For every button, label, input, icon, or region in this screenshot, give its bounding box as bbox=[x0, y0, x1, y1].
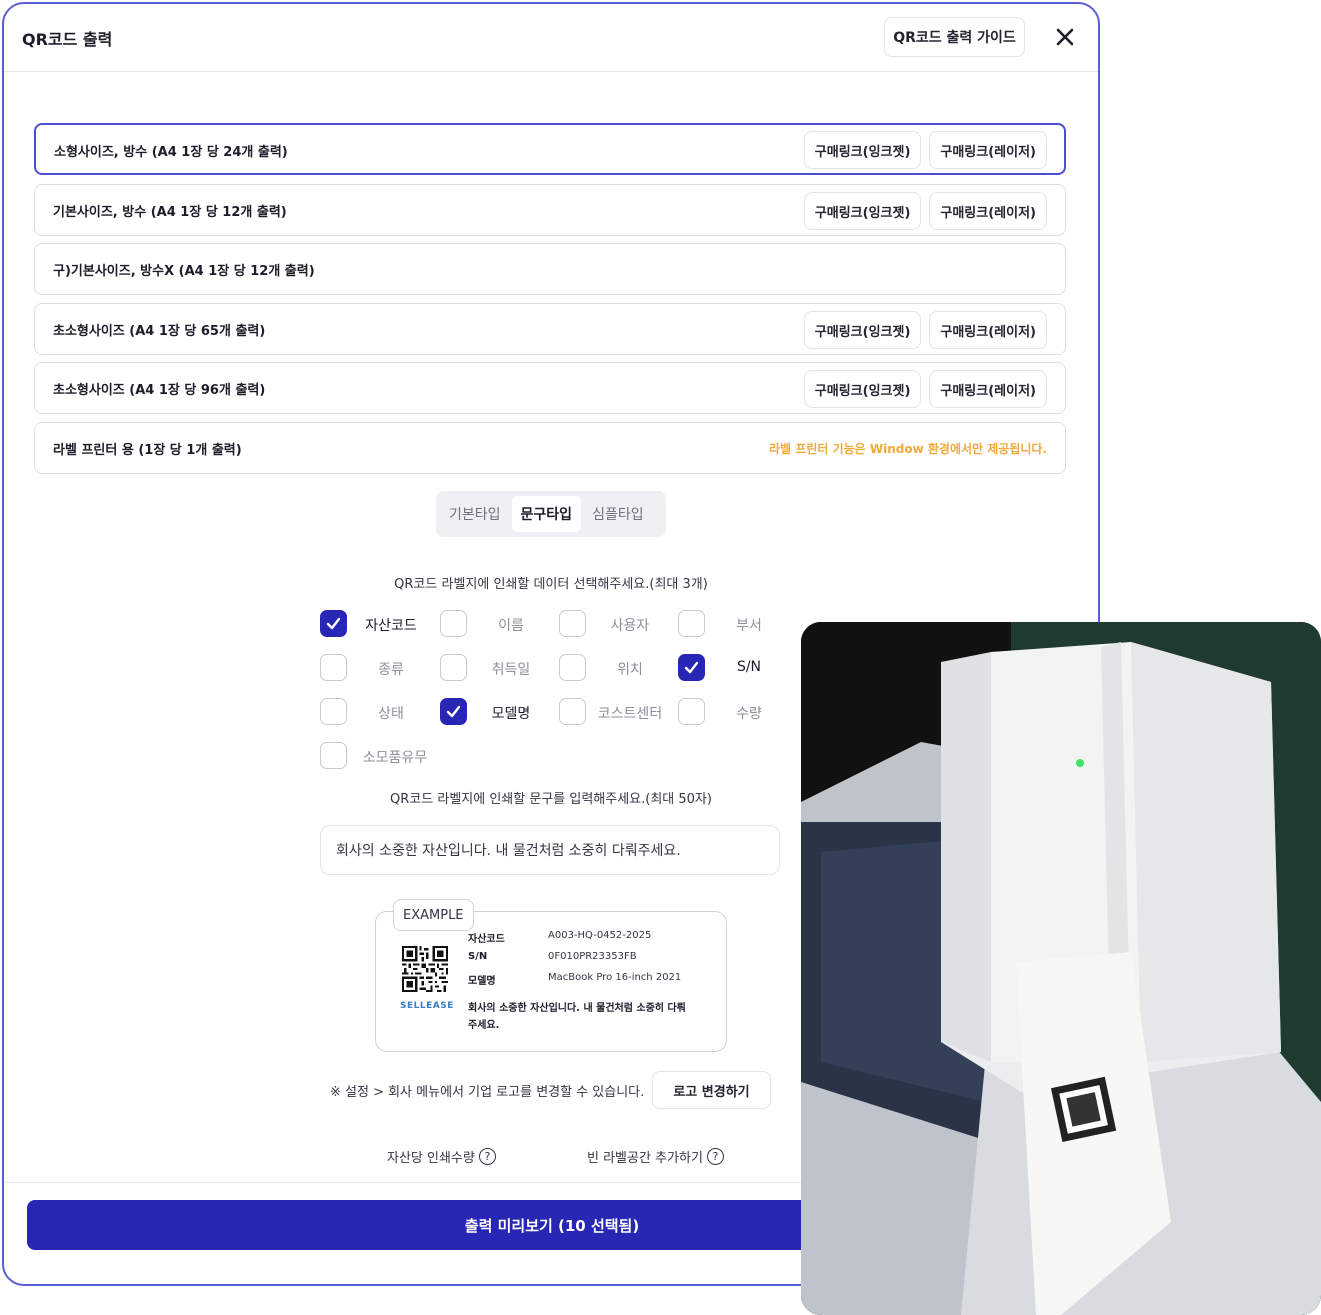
checkbox[interactable] bbox=[559, 610, 586, 637]
field-label: 종류 bbox=[378, 662, 404, 678]
option-label: 구)기본사이즈, 방수X (A4 1장 당 12개 출력) bbox=[53, 264, 315, 279]
example-phrase: 회사의 소중한 자산입니다. 내 물건처럼 소중히 다뤄주세요. bbox=[468, 1003, 686, 1031]
check-icon bbox=[684, 661, 699, 674]
check-icon bbox=[326, 617, 341, 630]
field-consumable[interactable]: 소모품유무 bbox=[320, 742, 440, 770]
print-quantity-label: 자산당 인쇄수량 bbox=[387, 1151, 475, 1166]
type-tabs: 기본타입 문구타입 심플타입 bbox=[436, 491, 666, 537]
field-department[interactable]: 부서 bbox=[678, 610, 798, 638]
phrase-input[interactable] bbox=[320, 825, 780, 875]
checkbox[interactable] bbox=[678, 698, 705, 725]
option-label: 기본사이즈, 방수 (A4 1장 당 12개 출력) bbox=[53, 205, 287, 220]
field-label: 코스트센터 bbox=[597, 706, 663, 722]
tab-basic-type[interactable]: 기본타입 bbox=[440, 496, 510, 532]
field-name[interactable]: 이름 bbox=[440, 610, 560, 638]
field-model-name[interactable]: 모델명 bbox=[440, 698, 560, 726]
field-label: 수량 bbox=[736, 706, 762, 722]
example-value: A003-HQ-0452-2025 bbox=[548, 930, 652, 941]
qr-guide-button[interactable]: QR코드 출력 가이드 bbox=[884, 17, 1025, 57]
field-serial-number[interactable]: S/N bbox=[678, 654, 798, 682]
sellease-logo: SELLEASE bbox=[400, 1001, 454, 1011]
blank-space-setting[interactable]: 빈 라벨공간 추가하기 ? bbox=[587, 1147, 724, 1166]
checkbox[interactable] bbox=[320, 654, 347, 681]
field-label: 부서 bbox=[736, 618, 762, 634]
option-old-basic[interactable]: 구)기본사이즈, 방수X (A4 1장 당 12개 출력) bbox=[34, 243, 1066, 295]
example-tag: EXAMPLE bbox=[393, 899, 474, 931]
checkbox[interactable] bbox=[440, 610, 467, 637]
tab-phrase-type[interactable]: 문구타입 bbox=[511, 496, 582, 532]
option-label: 초소형사이즈 (A4 1장 당 65개 출력) bbox=[53, 324, 266, 339]
buy-inkjet-button[interactable]: 구매링크(잉크젯) bbox=[803, 131, 922, 169]
example-key: 모델명 bbox=[468, 976, 496, 987]
checkbox[interactable] bbox=[320, 698, 347, 725]
field-user[interactable]: 사용자 bbox=[559, 610, 679, 638]
field-label: S/N bbox=[736, 659, 762, 675]
tab-simple-type[interactable]: 심플타입 bbox=[583, 496, 653, 532]
example-value: 0F010PR23353FB bbox=[548, 951, 637, 962]
field-status[interactable]: 상태 bbox=[320, 698, 440, 726]
field-label: 상태 bbox=[378, 706, 404, 722]
field-label: 이름 bbox=[498, 618, 524, 634]
example-key: S/N bbox=[468, 951, 488, 962]
buy-laser-button[interactable]: 구매링크(레이저) bbox=[929, 370, 1047, 408]
option-label: 초소형사이즈 (A4 1장 당 96개 출력) bbox=[53, 383, 266, 398]
option-label: 소형사이즈, 방수 (A4 1장 당 24개 출력) bbox=[54, 145, 288, 160]
example-value: MacBook Pro 16-inch 2021 bbox=[548, 972, 682, 983]
change-logo-button[interactable]: 로고 변경하기 bbox=[652, 1071, 771, 1109]
field-acquired-date[interactable]: 취득일 bbox=[440, 654, 560, 682]
data-select-caption: QR코드 라벨지에 인쇄할 데이터 선택해주세요.(최대 3개) bbox=[394, 577, 708, 592]
buy-laser-button[interactable]: 구매링크(레이저) bbox=[929, 311, 1047, 349]
close-button[interactable] bbox=[1052, 24, 1078, 50]
checkbox[interactable] bbox=[440, 654, 467, 681]
field-location[interactable]: 위치 bbox=[559, 654, 679, 682]
modal-header: QR코드 출력 QR코드 출력 가이드 bbox=[4, 4, 1098, 72]
buy-inkjet-button[interactable]: 구매링크(잉크젯) bbox=[803, 311, 922, 349]
field-asset-code[interactable]: 자산코드 bbox=[320, 610, 440, 638]
buy-inkjet-button[interactable]: 구매링크(잉크젯) bbox=[803, 192, 922, 230]
buy-laser-button[interactable]: 구매링크(레이저) bbox=[929, 131, 1047, 169]
logo-change-note: ※ 설정 > 회사 메뉴에서 기업 로고를 변경할 수 있습니다. bbox=[330, 1085, 645, 1100]
example-key: 자산코드 bbox=[468, 934, 505, 945]
help-icon[interactable]: ? bbox=[706, 1148, 724, 1165]
check-icon bbox=[446, 705, 461, 718]
checkbox[interactable] bbox=[678, 654, 705, 681]
field-label: 자산코드 bbox=[365, 618, 417, 634]
modal-title: QR코드 출력 bbox=[22, 30, 113, 49]
field-label: 사용자 bbox=[610, 618, 650, 634]
field-label: 취득일 bbox=[491, 662, 531, 678]
checkbox[interactable] bbox=[678, 610, 705, 637]
windows-only-note: 라벨 프린터 기능은 Window 환경에서만 제공됩니다. bbox=[769, 442, 1047, 456]
buy-laser-button[interactable]: 구매링크(레이저) bbox=[929, 192, 1047, 230]
field-quantity[interactable]: 수량 bbox=[678, 698, 798, 726]
checkbox[interactable] bbox=[440, 698, 467, 725]
option-label-printer[interactable]: 라벨 프린터 용 (1장 당 1개 출력) 라벨 프린터 기능은 Window … bbox=[34, 422, 1066, 474]
checkbox[interactable] bbox=[320, 742, 347, 769]
option-mini-65[interactable]: 초소형사이즈 (A4 1장 당 65개 출력) 구매링크(잉크젯) 구매링크(레… bbox=[34, 303, 1066, 355]
help-icon[interactable]: ? bbox=[478, 1148, 496, 1165]
option-basic-waterproof[interactable]: 기본사이즈, 방수 (A4 1장 당 12개 출력) 구매링크(잉크젯) 구매링… bbox=[34, 184, 1066, 236]
label-printer-photo bbox=[801, 622, 1321, 1315]
option-small-waterproof[interactable]: 소형사이즈, 방수 (A4 1장 당 24개 출력) 구매링크(잉크젯) 구매링… bbox=[34, 123, 1066, 175]
field-label: 소모품유무 bbox=[362, 750, 428, 766]
option-mini-96[interactable]: 초소형사이즈 (A4 1장 당 96개 출력) 구매링크(잉크젯) 구매링크(레… bbox=[34, 362, 1066, 414]
print-quantity-setting[interactable]: 자산당 인쇄수량 ? bbox=[387, 1147, 496, 1166]
option-label: 라벨 프린터 용 (1장 당 1개 출력) bbox=[53, 443, 242, 458]
checkbox[interactable] bbox=[320, 610, 347, 637]
field-label: 모델명 bbox=[491, 706, 531, 722]
field-type[interactable]: 종류 bbox=[320, 654, 440, 682]
checkbox[interactable] bbox=[559, 698, 586, 725]
close-icon bbox=[1056, 28, 1074, 46]
field-label: 위치 bbox=[617, 662, 643, 678]
buy-inkjet-button[interactable]: 구매링크(잉크젯) bbox=[803, 370, 922, 408]
qr-code-icon bbox=[402, 946, 448, 992]
field-cost-center[interactable]: 코스트센터 bbox=[559, 698, 679, 726]
checkbox[interactable] bbox=[559, 654, 586, 681]
printer-illustration bbox=[801, 622, 1321, 1315]
blank-space-label: 빈 라벨공간 추가하기 bbox=[587, 1151, 703, 1166]
